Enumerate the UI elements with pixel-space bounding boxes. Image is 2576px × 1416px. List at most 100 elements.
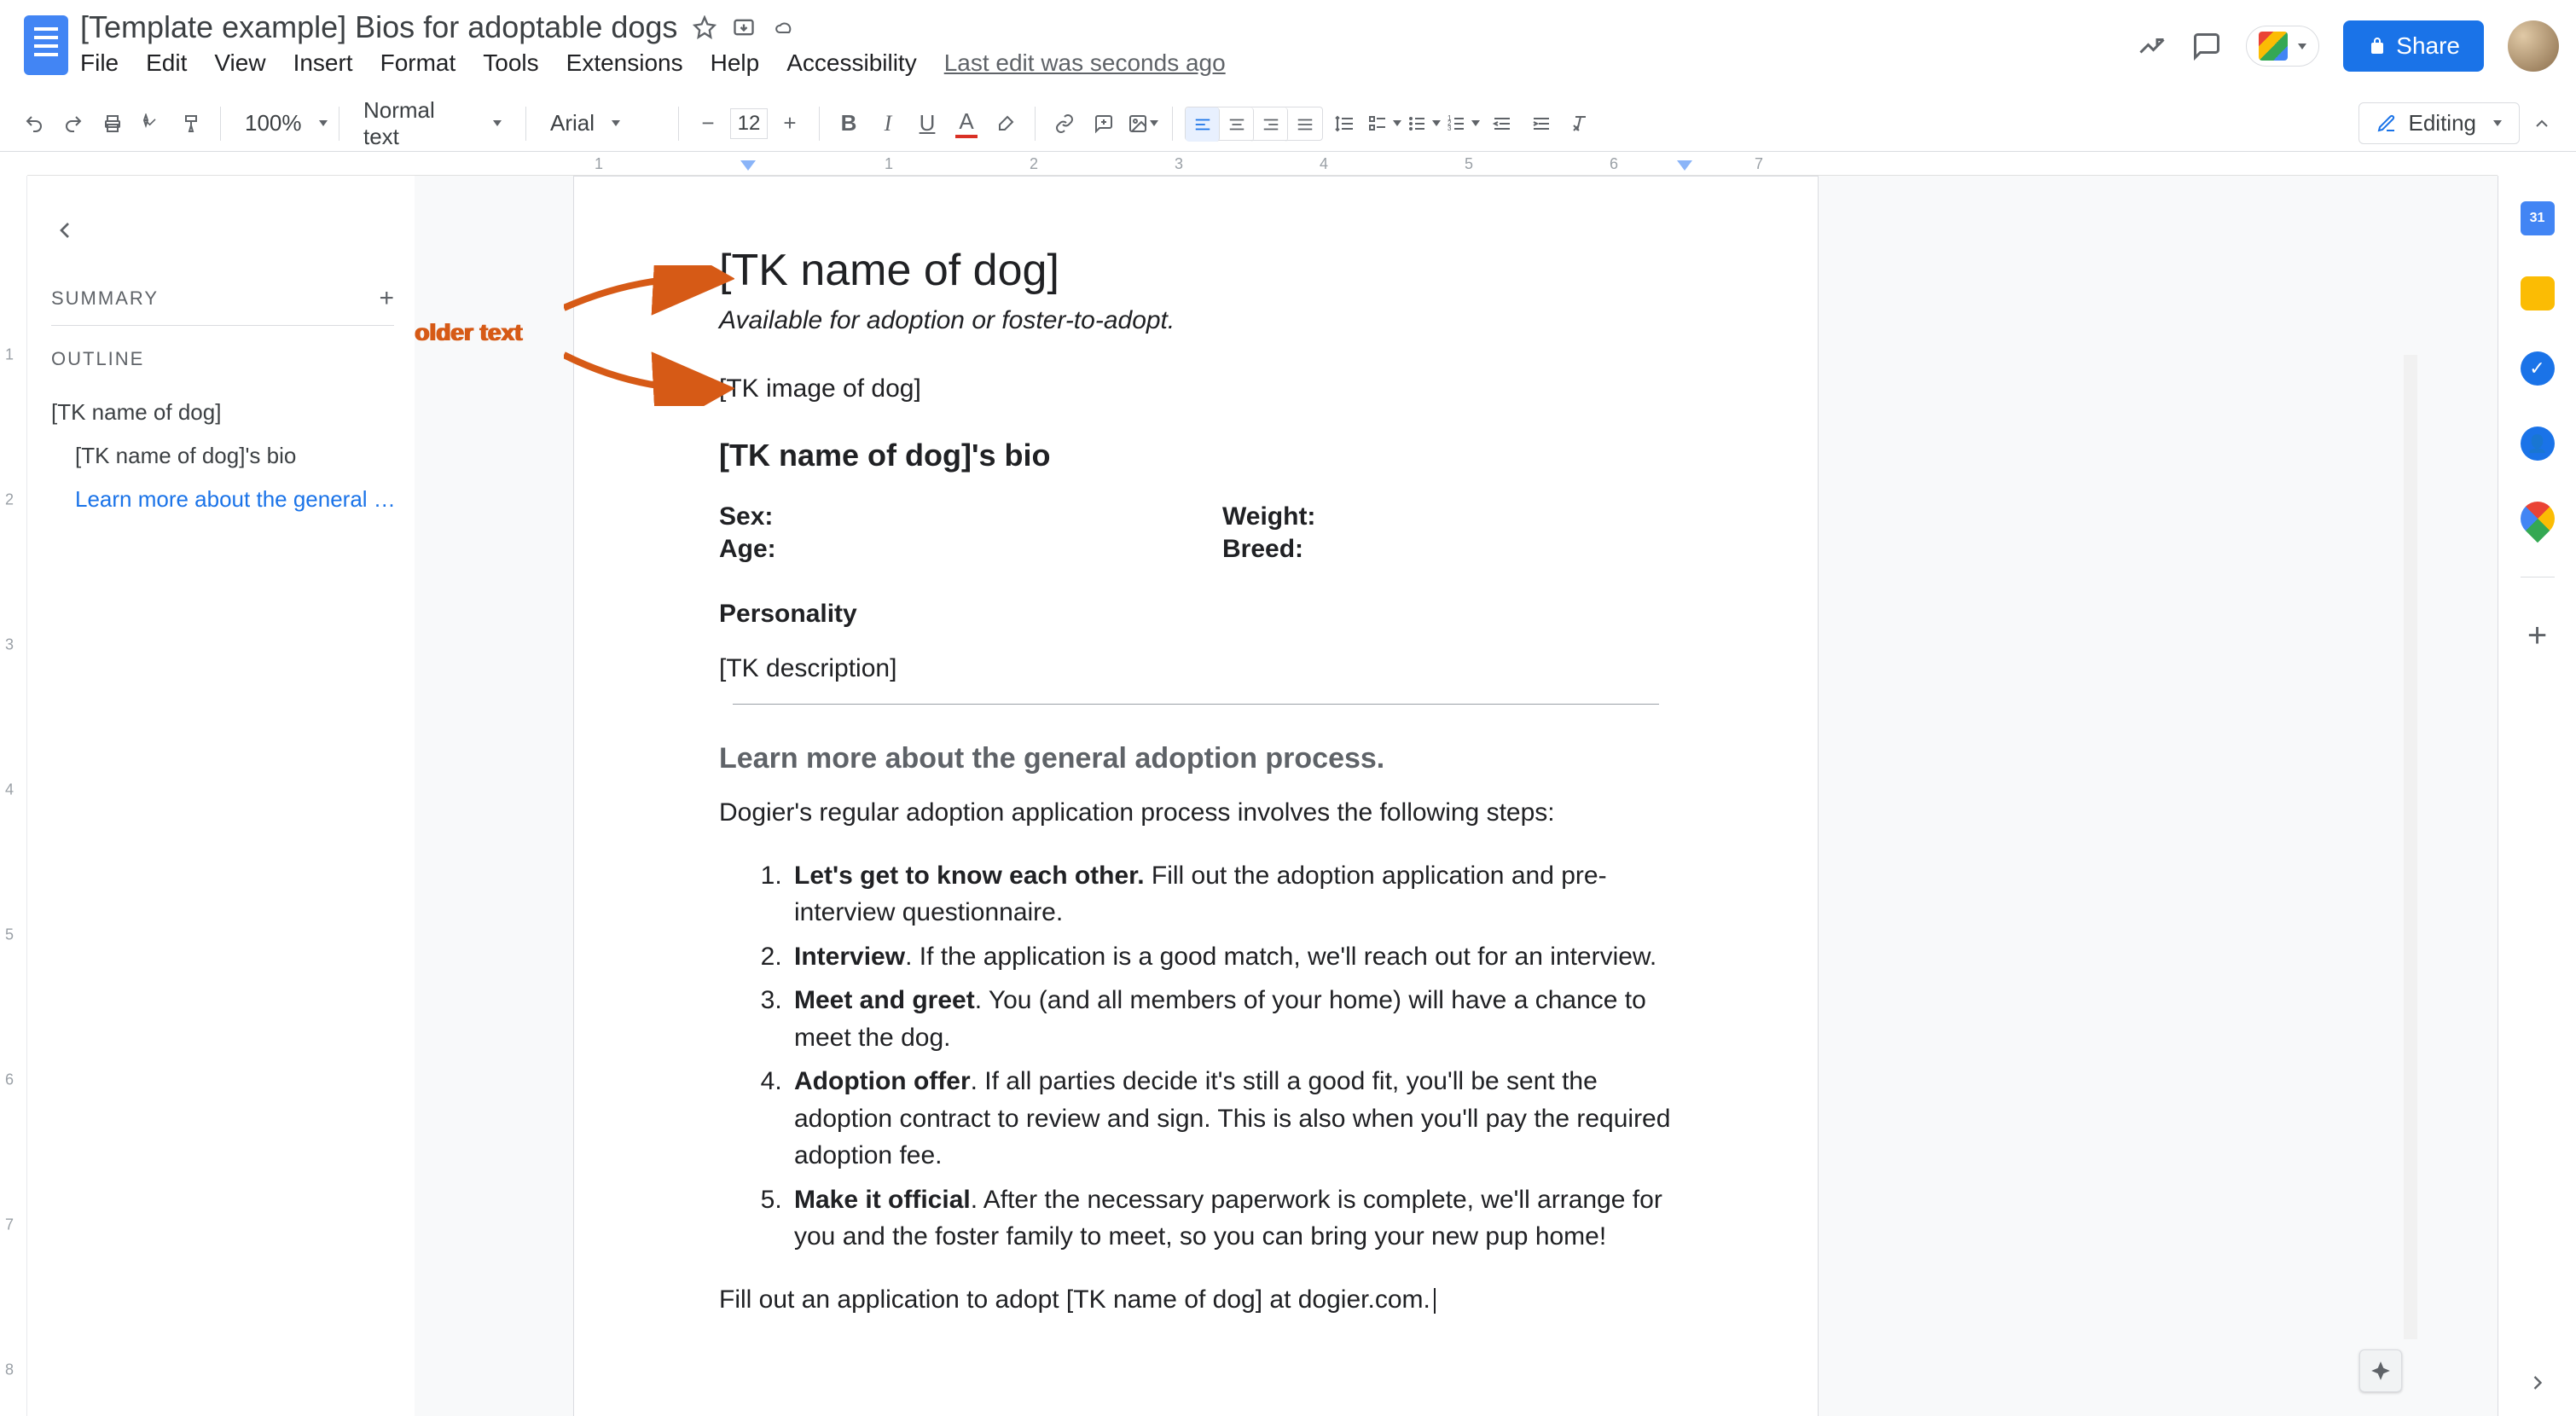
text-color-icon[interactable]: A xyxy=(949,107,983,141)
clear-format-icon[interactable] xyxy=(1564,107,1598,141)
indent-marker-right[interactable] xyxy=(1677,160,1692,171)
increase-indent-icon[interactable] xyxy=(1524,107,1558,141)
share-label: Share xyxy=(2396,32,2460,60)
move-to-drive-icon[interactable] xyxy=(732,15,756,39)
doc-heading-3[interactable]: Learn more about the general adoption pr… xyxy=(719,742,1673,775)
vertical-ruler[interactable]: 1 2 3 4 5 6 7 8 xyxy=(0,176,27,1416)
font-size-input[interactable]: 12 xyxy=(730,108,768,139)
add-summary-icon[interactable]: + xyxy=(379,284,394,313)
activity-icon[interactable] xyxy=(2137,31,2167,61)
menu-help[interactable]: Help xyxy=(711,49,760,77)
numbered-list-icon[interactable]: 123 xyxy=(1446,107,1480,141)
redo-icon[interactable] xyxy=(56,107,90,141)
bold-icon[interactable]: B xyxy=(832,107,866,141)
menu-edit[interactable]: Edit xyxy=(146,49,187,77)
ruler-tick: 5 xyxy=(1465,155,1473,173)
hide-sidepanel-icon[interactable] xyxy=(2526,1371,2550,1399)
scrollbar[interactable] xyxy=(2404,355,2417,1339)
doc-closing[interactable]: Fill out an application to adopt [TK nam… xyxy=(719,1281,1673,1319)
spellcheck-icon[interactable] xyxy=(135,107,169,141)
list-item: Let's get to know each other. Fill out t… xyxy=(789,857,1673,931)
keep-icon[interactable] xyxy=(2521,276,2555,310)
doc-steps-list[interactable]: Let's get to know each other. Fill out t… xyxy=(719,857,1673,1256)
share-button[interactable]: Share xyxy=(2343,20,2484,72)
indent-marker-left[interactable] xyxy=(740,160,756,171)
decrease-font-icon[interactable]: − xyxy=(691,107,725,141)
checklist-icon[interactable] xyxy=(1367,107,1401,141)
ruler-tick: 3 xyxy=(1175,155,1183,173)
line-spacing-icon[interactable] xyxy=(1328,107,1362,141)
menu-tools[interactable]: Tools xyxy=(483,49,538,77)
menu-accessibility[interactable]: Accessibility xyxy=(786,49,916,77)
maps-icon[interactable] xyxy=(2513,495,2561,543)
document-page[interactable]: [TK name of dog] Available for adoption … xyxy=(573,176,1819,1416)
align-group xyxy=(1185,107,1323,141)
summary-heading: SUMMARY xyxy=(51,287,159,310)
tasks-icon[interactable] xyxy=(2521,351,2555,386)
last-edit-link[interactable]: Last edit was seconds ago xyxy=(944,49,1226,77)
add-comment-icon[interactable] xyxy=(1087,107,1121,141)
paint-format-icon[interactable] xyxy=(174,107,208,141)
highlight-icon[interactable] xyxy=(989,107,1023,141)
menu-file[interactable]: File xyxy=(80,49,119,77)
outline-close-icon[interactable] xyxy=(51,217,403,248)
zoom-select[interactable]: 100% xyxy=(233,107,327,141)
calendar-icon[interactable] xyxy=(2521,201,2555,235)
align-center-icon[interactable] xyxy=(1220,107,1254,142)
outline-item[interactable]: [TK name of dog] xyxy=(51,391,403,434)
horizontal-ruler[interactable]: 1 1 2 3 4 5 6 7 xyxy=(27,152,2498,176)
account-avatar[interactable] xyxy=(2508,20,2559,72)
menu-insert[interactable]: Insert xyxy=(293,49,353,77)
star-icon[interactable] xyxy=(693,15,717,39)
editing-mode-select[interactable]: Editing xyxy=(2358,102,2521,144)
increase-font-icon[interactable]: + xyxy=(773,107,807,141)
toolbar: 100% Normal text Arial − 12 + B I U A 12… xyxy=(0,96,2576,152)
italic-icon[interactable]: I xyxy=(871,107,905,141)
underline-icon[interactable]: U xyxy=(910,107,944,141)
bulleted-list-icon[interactable] xyxy=(1407,107,1441,141)
list-item: Interview. If the application is a good … xyxy=(789,938,1673,976)
contacts-icon[interactable] xyxy=(2521,427,2555,461)
cloud-status-icon[interactable] xyxy=(771,17,797,38)
annotation-arrow xyxy=(564,265,734,316)
menu-format[interactable]: Format xyxy=(380,49,456,77)
doc-description[interactable]: [TK description] xyxy=(719,654,1673,683)
font-select[interactable]: Arial xyxy=(538,107,666,141)
explore-button[interactable] xyxy=(2359,1349,2402,1392)
paragraph-style-select[interactable]: Normal text xyxy=(351,107,513,141)
meet-icon xyxy=(2259,32,2288,61)
meet-button[interactable] xyxy=(2246,26,2319,67)
decrease-indent-icon[interactable] xyxy=(1485,107,1519,141)
lock-icon xyxy=(2367,36,2387,56)
insert-link-icon[interactable] xyxy=(1047,107,1082,141)
docs-logo[interactable] xyxy=(12,10,80,75)
doc-heading-2[interactable]: [TK name of dog]'s bio xyxy=(719,438,1673,473)
personality-label[interactable]: Personality xyxy=(719,600,1673,629)
menu-extensions[interactable]: Extensions xyxy=(566,49,683,77)
doc-heading-1[interactable]: [TK name of dog] xyxy=(719,245,1673,296)
insert-image-icon[interactable] xyxy=(1126,107,1160,141)
undo-icon[interactable] xyxy=(17,107,51,141)
collapse-toolbar-icon[interactable] xyxy=(2525,107,2559,141)
print-icon[interactable] xyxy=(96,107,130,141)
attr-sex[interactable]: Sex: xyxy=(719,502,1222,531)
align-right-icon[interactable] xyxy=(1254,107,1288,142)
outline-item[interactable]: [TK name of dog]'s bio xyxy=(51,434,403,478)
menu-view[interactable]: View xyxy=(214,49,265,77)
doc-intro[interactable]: Dogier's regular adoption application pr… xyxy=(719,794,1673,832)
ruler-tick: 1 xyxy=(885,155,893,173)
attr-age[interactable]: Age: xyxy=(719,535,1222,564)
outline-item[interactable]: Learn more about the general … xyxy=(51,478,403,521)
attr-breed[interactable]: Breed: xyxy=(1222,535,1303,564)
doc-subtitle[interactable]: Available for adoption or foster-to-adop… xyxy=(719,306,1673,335)
ruler-tick: 7 xyxy=(1755,155,1763,173)
comments-icon[interactable] xyxy=(2191,31,2222,61)
text-cursor xyxy=(1434,1288,1436,1314)
document-title[interactable]: [Template example] Bios for adoptable do… xyxy=(80,9,677,45)
get-addons-icon[interactable]: + xyxy=(2527,618,2547,653)
doc-image-placeholder[interactable]: [TK image of dog] xyxy=(719,374,1673,403)
align-justify-icon[interactable] xyxy=(1288,107,1322,142)
annotation-arrow xyxy=(564,346,734,406)
align-left-icon[interactable] xyxy=(1186,107,1220,142)
attr-weight[interactable]: Weight: xyxy=(1222,502,1315,531)
